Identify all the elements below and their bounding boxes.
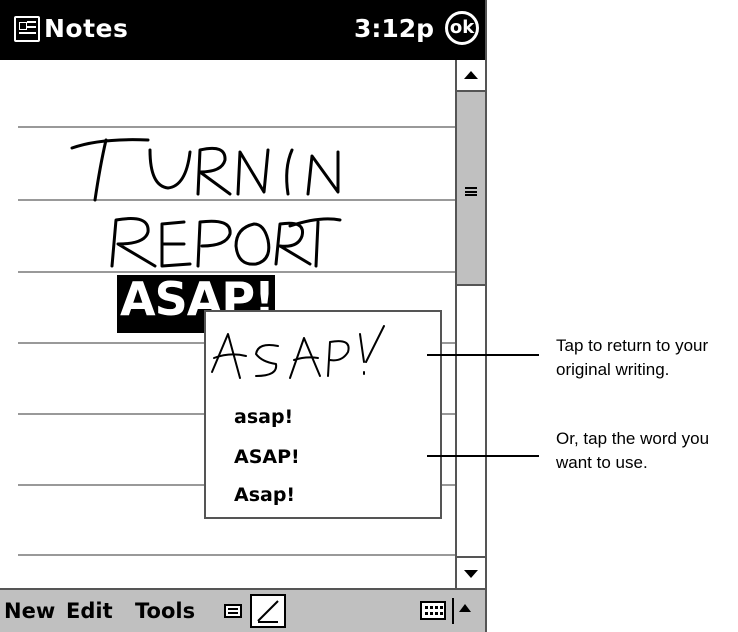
alternates-popup: asap! ASAP! Asap! <box>204 310 442 519</box>
arrow-up-icon <box>464 71 478 79</box>
clock[interactable]: 3:12p <box>354 14 434 43</box>
sip-menu-arrow-icon[interactable] <box>459 604 471 612</box>
vertical-scrollbar[interactable] <box>455 60 485 588</box>
callout-text-line: Tap to return to your <box>556 336 709 355</box>
title-bar: Notes 3:12p ok <box>0 0 485 60</box>
edit-menu[interactable]: Edit <box>66 599 113 623</box>
alternate-option[interactable]: Asap! <box>234 484 295 506</box>
arrow-down-icon <box>464 570 478 578</box>
grip-icon <box>465 187 477 196</box>
pen-icon <box>257 600 279 623</box>
start-menu-icon[interactable] <box>14 16 40 42</box>
note-canvas[interactable]: ASAP! asap! ASAP! Asap! <box>0 60 455 588</box>
callout-text-line: want to use. <box>556 453 648 472</box>
callout-line <box>427 455 539 457</box>
alternate-option[interactable]: asap! <box>234 406 293 428</box>
command-bar: New Edit Tools <box>0 588 485 632</box>
pen-button[interactable] <box>250 594 286 628</box>
scroll-thumb[interactable] <box>457 92 485 286</box>
callout-text-line: Or, tap the word you <box>556 429 710 448</box>
app-title: Notes <box>44 14 129 43</box>
original-writing-option[interactable] <box>206 312 440 394</box>
scroll-up-button[interactable] <box>457 60 485 92</box>
recording-toolbar-icon[interactable] <box>224 604 242 618</box>
alternate-option[interactable]: ASAP! <box>234 446 300 468</box>
sip-separator <box>452 598 454 624</box>
keyboard-icon[interactable] <box>420 601 446 620</box>
callout-text: Or, tap the word you want to use. <box>556 427 709 475</box>
ok-button[interactable]: ok <box>445 11 479 45</box>
scroll-down-button[interactable] <box>457 556 485 588</box>
callout-line <box>427 354 539 356</box>
tools-menu[interactable]: Tools <box>135 599 195 623</box>
new-menu[interactable]: New <box>4 599 55 623</box>
callout-text-line: original writing. <box>556 360 670 379</box>
scroll-track[interactable] <box>457 286 485 556</box>
pocket-pc-screen: Notes 3:12p ok ASAP! asap! ASAP! Asap! N… <box>0 0 487 632</box>
callout-text: Tap to return to your original writing. <box>556 334 708 382</box>
